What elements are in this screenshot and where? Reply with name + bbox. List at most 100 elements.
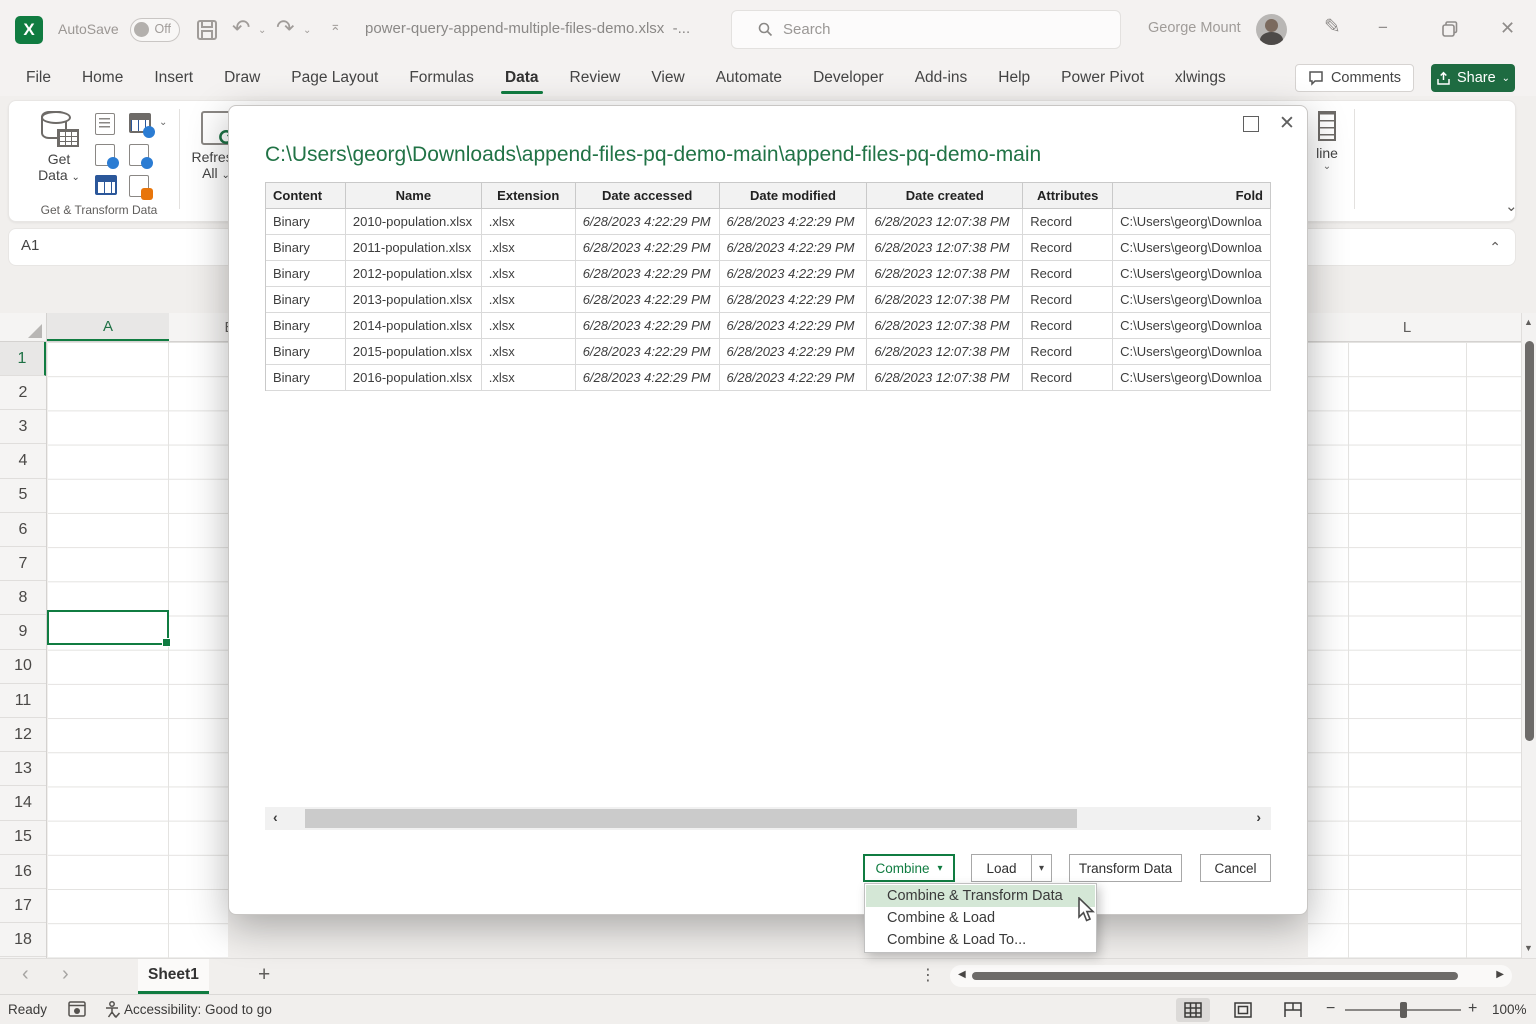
hscroll-thumb[interactable] [972,972,1458,980]
tab-power-pivot[interactable]: Power Pivot [1059,63,1146,93]
row-header-10[interactable]: 10 [0,650,46,684]
column-header-date-created[interactable]: Date created [867,183,1023,209]
existing-connections-icon[interactable] [129,175,149,197]
select-all-corner[interactable] [0,313,47,341]
column-header-l[interactable]: L [1348,313,1466,341]
column-header-extension[interactable]: Extension [482,183,576,209]
row-header-2[interactable]: 2 [0,376,46,410]
active-cell-a1[interactable] [47,610,169,645]
zoom-slider-knob[interactable] [1400,1002,1407,1018]
accessibility-status[interactable]: Accessibility: Good to go [124,1002,272,1017]
scroll-left-icon[interactable]: ◀ [958,969,966,980]
recent-sources-icon[interactable] [129,144,149,166]
row-header-3[interactable]: 3 [0,410,46,444]
scroll-right-icon[interactable]: ▶ [1496,969,1504,980]
column-header-content[interactable]: Content [266,183,346,209]
row-header-8[interactable]: 8 [0,581,46,615]
dialog-hscroll-thumb[interactable] [305,809,1077,828]
collapse-ribbon-icon[interactable]: ⌄ [1505,197,1518,215]
expand-formula-bar-icon[interactable]: ⌃ [1489,239,1501,256]
from-picture-icon[interactable] [129,113,149,135]
tab-xlwings[interactable]: xlwings [1173,63,1228,93]
row-header-17[interactable]: 17 [0,889,46,923]
row-header-5[interactable]: 5 [0,479,46,513]
file-table-row[interactable]: Binary2010-population.xlsx.xlsx6/28/2023… [266,209,1271,235]
tab-developer[interactable]: Developer [811,63,886,93]
tab-page-layout[interactable]: Page Layout [289,63,380,93]
tab-draw[interactable]: Draw [222,63,262,93]
row-header-4[interactable]: 4 [0,445,46,479]
horizontal-scrollbar[interactable]: ◀ ▶ [950,965,1512,987]
row-header-6[interactable]: 6 [0,513,46,547]
zoom-level[interactable]: 100% [1492,1002,1527,1017]
autosave-toggle[interactable]: Off [130,18,180,42]
dialog-scroll-left-icon[interactable]: ‹ [273,809,278,825]
row-header-12[interactable]: 12 [0,718,46,752]
restore-icon[interactable] [1442,21,1458,37]
page-break-preview-icon[interactable] [1276,998,1310,1022]
from-text-csv-icon[interactable] [95,113,115,135]
combine-button[interactable]: Combine ▾ [863,854,955,882]
tab-formulas[interactable]: Formulas [407,63,476,93]
file-table-row[interactable]: Binary2016-population.xlsx.xlsx6/28/2023… [266,365,1271,391]
vscroll-thumb[interactable] [1525,341,1534,741]
column-header-a[interactable]: A [47,313,169,341]
avatar[interactable] [1256,14,1287,45]
menu-item-combine-load-to[interactable]: Combine & Load To... [866,929,1095,951]
row-header-7[interactable]: 7 [0,547,46,581]
column-header-name[interactable]: Name [346,183,482,209]
tab-help[interactable]: Help [996,63,1032,93]
redo-icon[interactable]: ↷ [276,15,294,41]
page-layout-view-icon[interactable] [1226,998,1260,1022]
excel-app-icon[interactable]: X [15,16,43,44]
dialog-close-icon[interactable]: ✕ [1279,112,1295,135]
tab-splitter-icon[interactable]: ⋮ [920,965,936,985]
dialog-horizontal-scrollbar[interactable]: ‹ › [265,807,1271,830]
tab-insert[interactable]: Insert [152,63,195,93]
file-table-row[interactable]: Binary2014-population.xlsx.xlsx6/28/2023… [266,313,1271,339]
name-box[interactable]: A1 [21,237,39,254]
scroll-up-icon[interactable]: ▲ [1524,317,1533,327]
row-header-11[interactable]: 11 [0,684,46,718]
scroll-down-icon[interactable]: ▼ [1524,943,1533,953]
load-button[interactable]: Load [971,854,1031,882]
from-picture-caret-icon[interactable]: ⌄ [159,117,167,128]
row-header-15[interactable]: 15 [0,821,46,855]
save-icon[interactable] [196,19,218,41]
share-button[interactable]: Share ⌄ [1431,64,1515,92]
dialog-scroll-right-icon[interactable]: › [1256,809,1261,825]
redo-caret-icon[interactable]: ⌄ [303,25,311,36]
column-header-date-accessed[interactable]: Date accessed [576,183,720,209]
tab-view[interactable]: View [649,63,686,93]
tab-data[interactable]: Data [503,63,541,93]
macro-record-icon[interactable] [68,1001,86,1017]
normal-view-icon[interactable] [1176,998,1210,1022]
file-table-row[interactable]: Binary2015-population.xlsx.xlsx6/28/2023… [266,339,1271,365]
cells-right-region[interactable] [1308,342,1521,958]
column-header-date-modified[interactable]: Date modified [720,183,868,209]
minimize-icon[interactable]: − [1378,18,1388,38]
row-header-13[interactable]: 13 [0,752,46,786]
cancel-button[interactable]: Cancel [1200,854,1271,882]
file-list-table[interactable]: ContentNameExtensionDate accessedDate mo… [265,182,1271,391]
row-header-16[interactable]: 16 [0,855,46,889]
search-input[interactable]: Search [731,10,1121,49]
zoom-out-icon[interactable]: − [1326,1000,1335,1018]
dialog-maximize-icon[interactable] [1243,116,1259,132]
undo-caret-icon[interactable]: ⌄ [258,25,266,36]
file-table-row[interactable]: Binary2011-population.xlsx.xlsx6/28/2023… [266,235,1271,261]
feedback-pen-icon[interactable]: ✎ [1324,14,1341,39]
transform-data-button[interactable]: Transform Data [1069,854,1182,882]
row-header-1[interactable]: 1 [0,342,46,376]
file-table-row[interactable]: Binary2013-population.xlsx.xlsx6/28/2023… [266,287,1271,313]
menu-item-combine-transform-data[interactable]: Combine & Transform Data [866,885,1095,907]
load-caret-button[interactable]: ▾ [1031,854,1052,882]
row-header-9[interactable]: 9 [0,616,46,650]
accessibility-icon[interactable] [104,1001,121,1019]
outline-button-partial[interactable]: line ⌄ [1305,111,1349,172]
new-sheet-icon[interactable]: + [258,963,270,987]
get-data-button[interactable]: Get Data ⌄ [31,111,87,203]
tab-add-ins[interactable]: Add-ins [913,63,970,93]
tab-home[interactable]: Home [80,63,125,93]
customize-qat-icon[interactable]: ⌅ [330,18,341,34]
